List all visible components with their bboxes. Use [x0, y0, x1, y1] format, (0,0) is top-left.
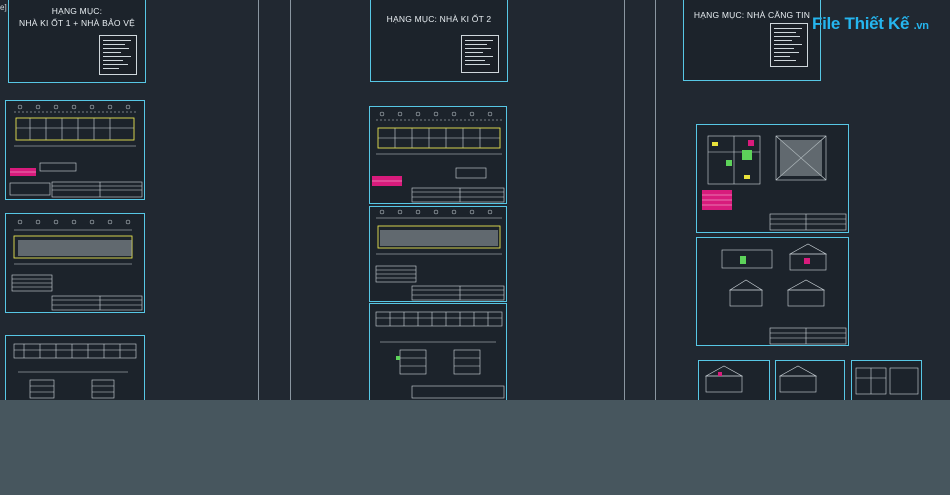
- bottom-panel: [0, 400, 950, 495]
- cad-model-space[interactable]: e] HẠNG MỤC: NHÀ KI ỐT 1 + NHÀ BẢO VỆ HẠ…: [0, 0, 950, 415]
- cad-linework: [9, 104, 919, 399]
- watermark-logo: File Thiết Kế .vn: [812, 14, 929, 34]
- logo-part-file: File: [812, 14, 841, 33]
- logo-part-domain: .vn: [913, 20, 929, 32]
- logo-part-thietke: Thiết Kế: [844, 14, 910, 33]
